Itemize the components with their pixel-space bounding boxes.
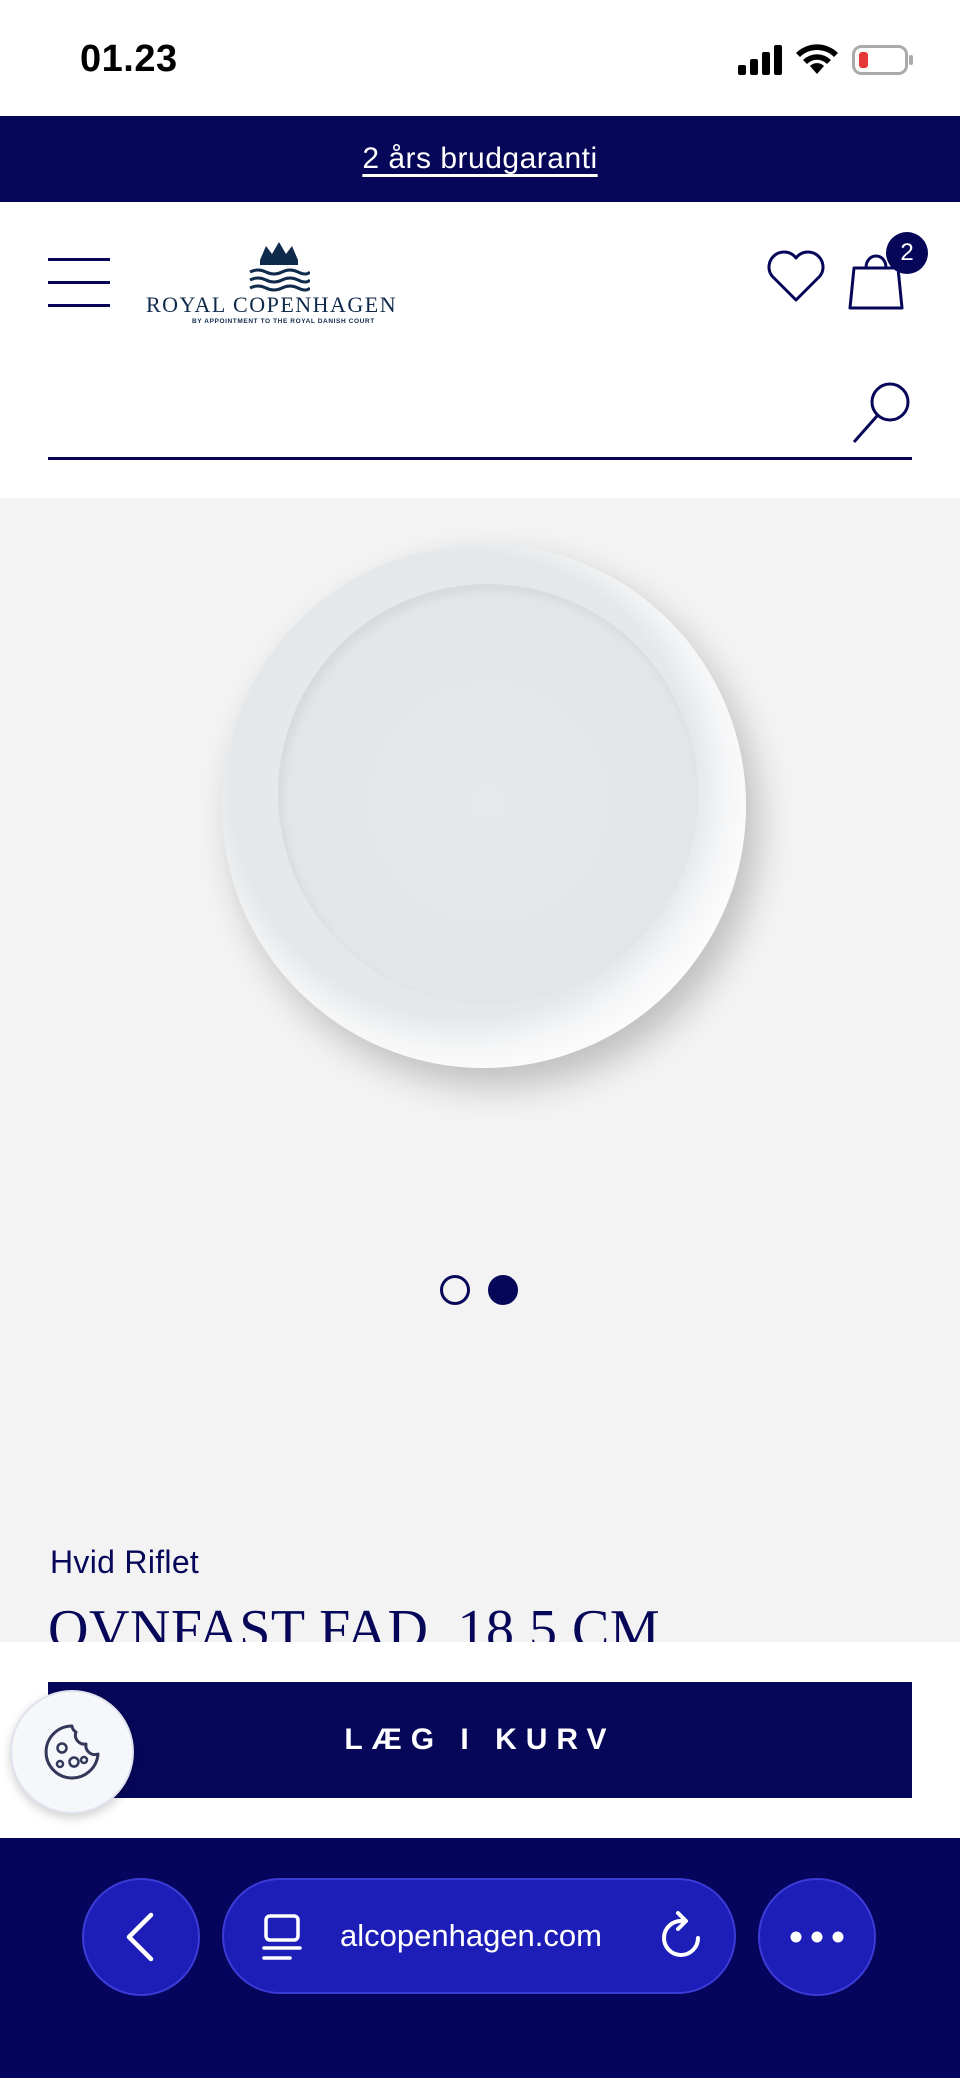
reload-icon[interactable] <box>658 1910 706 1962</box>
search-button[interactable] <box>850 380 912 446</box>
logo-text: ROYAL COPENHAGEN <box>146 292 398 317</box>
search-icon <box>852 382 910 443</box>
cart-count-badge: 2 <box>886 232 928 274</box>
search-input[interactable] <box>48 390 828 450</box>
add-to-cart-button[interactable]: LÆG I KURV <box>48 1682 912 1798</box>
more-button[interactable] <box>758 1878 876 1996</box>
wishlist-button[interactable] <box>764 244 828 308</box>
tabs-icon <box>262 1914 302 1960</box>
promo-banner: 2 års brudgaranti <box>0 116 960 202</box>
address-bar[interactable]: alcopenhagen.com <box>222 1878 736 1994</box>
gallery-pagination <box>440 1275 518 1305</box>
browser-toolbar: alcopenhagen.com <box>0 1838 960 2078</box>
search-bar <box>48 380 912 460</box>
product-gallery[interactable]: Hvid Riflet OVNFAST FAD, 18,5 CM <box>0 498 960 1661</box>
product-image <box>222 544 746 1068</box>
cookie-icon <box>44 1724 100 1780</box>
status-bar: 01.23 <box>0 0 960 116</box>
back-button[interactable] <box>82 1878 200 1996</box>
signal-icon <box>738 45 782 75</box>
url-text: alcopenhagen.com <box>340 1918 602 1953</box>
heart-icon <box>767 250 825 302</box>
status-icons <box>738 44 914 76</box>
logo-subtext: BY APPOINTMENT TO THE ROYAL DANISH COURT <box>192 318 375 325</box>
logo[interactable]: ROYAL COPENHAGEN BY APPOINTMENT TO THE R… <box>140 240 420 330</box>
gallery-dot-1[interactable] <box>440 1275 470 1305</box>
battery-icon <box>852 45 913 75</box>
more-icon <box>790 1931 844 1943</box>
cookie-settings-button[interactable] <box>10 1690 134 1814</box>
site-header: ROYAL COPENHAGEN BY APPOINTMENT TO THE R… <box>0 202 960 498</box>
status-time: 01.23 <box>80 38 178 80</box>
wifi-icon <box>796 44 838 74</box>
menu-button[interactable] <box>48 258 110 308</box>
gallery-dot-2[interactable] <box>488 1275 518 1305</box>
product-collection[interactable]: Hvid Riflet <box>50 1544 199 1581</box>
cart-button[interactable]: 2 <box>846 232 930 316</box>
warranty-link[interactable]: 2 års brudgaranti <box>362 142 597 176</box>
buy-bar: LÆG I KURV <box>0 1642 960 1838</box>
crown-logo-icon <box>249 242 310 292</box>
back-chevron-icon <box>126 1912 154 1962</box>
